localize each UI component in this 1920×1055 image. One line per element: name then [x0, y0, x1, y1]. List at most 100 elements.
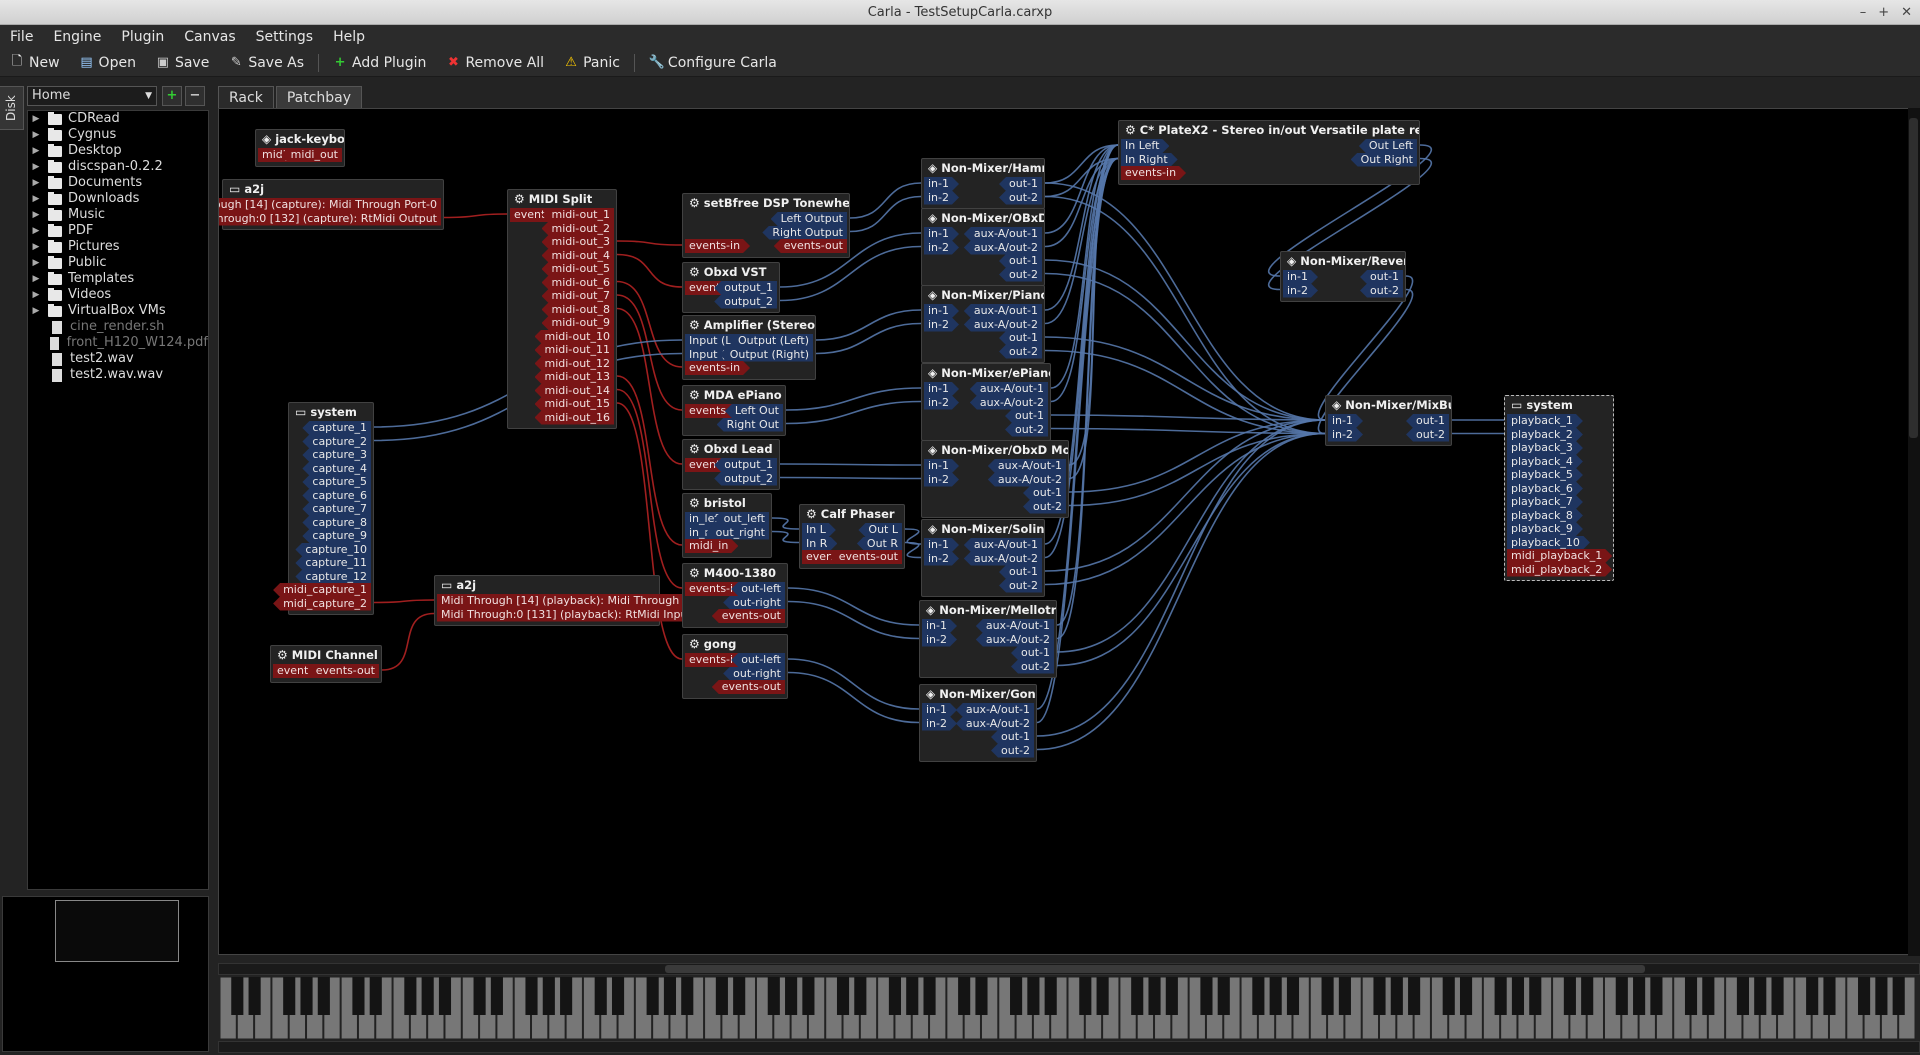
box-title[interactable]: ⚙setBfree DSP Tonewheel Organ — [683, 194, 849, 212]
box-title[interactable]: ⚙MIDI Channel Filter — [271, 646, 381, 664]
piano-black-key[interactable] — [1200, 977, 1213, 1015]
port-out[interactable]: Left Out — [724, 404, 783, 418]
piano-black-key[interactable] — [1217, 977, 1230, 1015]
piano-black-key[interactable] — [1044, 977, 1057, 1015]
port-out[interactable]: midi-out_16 — [534, 410, 614, 425]
piano-black-key[interactable] — [231, 977, 244, 1015]
piano-black-key[interactable] — [1875, 977, 1888, 1015]
port-out[interactable]: output_2 — [714, 294, 777, 309]
port-in[interactable]: events-in — [685, 239, 750, 253]
scroll-thumb[interactable] — [665, 965, 1645, 973]
patchbay-box-nm-gong[interactable]: ◈ Non-Mixer/Gong in-1 aux-A/out-1 in-2 aux-A/… — [919, 684, 1037, 762]
port-out[interactable]: midi-out_15 — [534, 397, 614, 411]
port-in[interactable]: in-2 — [924, 191, 959, 205]
patchbay-box-midi-channel-filter[interactable]: ⚙MIDI Channel Filterevents-inevents-out — [270, 645, 382, 683]
file-item[interactable]: ▶ Downloads — [28, 191, 208, 207]
box-title[interactable]: ▭ a2j — [435, 576, 659, 594]
port-out[interactable]: aux-A/out-1 — [987, 459, 1066, 473]
connection-wire[interactable] — [616, 307, 683, 465]
port-in[interactable]: playback_3 — [1507, 441, 1583, 455]
port-in[interactable]: playback_5 — [1507, 468, 1583, 482]
port-out[interactable]: aux-A/out-2 — [987, 472, 1066, 487]
expand-arrow-icon[interactable]: ▶ — [28, 191, 44, 207]
box-title[interactable]: ◈Non-Mixer/ObxD Mono — [922, 441, 1068, 459]
piano-black-key[interactable] — [733, 977, 746, 1015]
piano-black-key[interactable] — [958, 977, 971, 1015]
close-icon[interactable]: ✕ — [1901, 0, 1912, 25]
piano-black-key[interactable] — [1511, 977, 1525, 1015]
file-item[interactable]: test2.wav — [28, 351, 208, 367]
patchbay-box-nm-mixbus[interactable]: ◈Non-Mixer/MixBusin-1out-1in-2out-2 — [1325, 395, 1452, 446]
expand-arrow-icon[interactable]: ▶ — [28, 271, 44, 287]
port-out[interactable]: out-1 — [991, 730, 1034, 744]
port-out[interactable]: out-1 — [1011, 646, 1054, 660]
port-in[interactable]: playback_2 — [1507, 428, 1583, 442]
piano-black-key[interactable] — [1771, 977, 1784, 1015]
file-item[interactable]: front_H120_W124.pdf — [28, 335, 208, 351]
port-out[interactable]: out-1 — [999, 565, 1042, 579]
connection-wire[interactable] — [849, 195, 922, 233]
patchbay-box-mda-epiano[interactable]: ⚙ MDA ePiano events-in Left Out Right Out — [682, 385, 786, 436]
piano-black-key[interactable] — [888, 977, 901, 1015]
tab-patchbay[interactable]: Patchbay — [275, 86, 363, 108]
port-in[interactable]: playback_9 — [1507, 522, 1583, 536]
port-out[interactable]: out-1 — [1005, 409, 1048, 423]
expand-arrow-icon[interactable]: ▶ — [28, 159, 44, 175]
port-in[interactable]: in-1 — [924, 304, 959, 318]
port-out[interactable]: aux-A/out-2 — [963, 240, 1042, 255]
piano-black-key[interactable] — [283, 977, 296, 1015]
piano-black-key[interactable] — [1442, 977, 1455, 1015]
port-out[interactable]: Left Output — [770, 212, 847, 226]
port-out[interactable]: aux-A/out-2 — [975, 632, 1054, 647]
port-out[interactable]: out-2 — [999, 267, 1042, 282]
box-title[interactable]: ◈Non-Mixer/Hammond — [922, 159, 1044, 177]
piano-black-key[interactable] — [352, 977, 365, 1015]
port-in[interactable]: in-2 — [1283, 284, 1318, 298]
add-plugin-button[interactable]: + Add Plugin — [323, 55, 436, 71]
port-out[interactable]: capture_6 — [302, 488, 371, 503]
expand-arrow-icon[interactable]: ▶ — [28, 143, 44, 159]
port-in[interactable]: playback_6 — [1507, 482, 1583, 496]
port-out[interactable]: Out L — [858, 523, 902, 537]
port-in[interactable]: in-2 — [924, 396, 959, 410]
piano-black-key[interactable] — [1079, 977, 1092, 1015]
port-in[interactable]: Midi Through:0 [131] (playback): RtMidi … — [437, 608, 702, 622]
patchbay-box-setbfree[interactable]: ⚙setBfree DSP Tonewheel OrganLeft Output… — [682, 193, 850, 258]
patchbay-box-nm-hammond[interactable]: ◈Non-Mixer/Hammondin-1out-1in-2out-2 — [921, 158, 1045, 209]
connection-wire[interactable] — [785, 400, 922, 425]
piano-black-key[interactable] — [1823, 977, 1836, 1015]
connection-wire[interactable] — [381, 612, 435, 671]
file-item[interactable]: ▶ CDRead — [28, 111, 208, 127]
piano-black-key[interactable] — [1736, 977, 1749, 1015]
port-in[interactable]: in-1 — [924, 538, 959, 552]
connection-wire[interactable] — [443, 213, 508, 219]
port-out[interactable]: out-2 — [1360, 283, 1403, 298]
menu-help[interactable]: Help — [323, 29, 375, 45]
patchbay-box-system-playback[interactable]: ▭ system playback_1 playback_2 playback_3 pla… — [1504, 395, 1614, 581]
piano-black-key[interactable] — [1459, 977, 1473, 1015]
connection-wire[interactable] — [1044, 432, 1326, 586]
port-out[interactable]: Right Out — [716, 417, 783, 432]
piano-black-key[interactable] — [802, 977, 815, 1015]
connection-wire[interactable] — [849, 182, 922, 219]
box-title[interactable]: ◈Non-Mixer/Mellotron — [920, 601, 1056, 619]
box-title[interactable]: ⚙ Obxd Lead — [683, 440, 779, 458]
piano-black-key[interactable] — [1269, 977, 1282, 1015]
piano-black-key[interactable] — [1684, 977, 1698, 1015]
piano-black-key[interactable] — [1286, 977, 1300, 1015]
port-in[interactable]: midi_playback_1 — [1507, 549, 1612, 563]
port-in[interactable]: playback_4 — [1507, 455, 1583, 469]
port-in[interactable]: playback_10 — [1507, 536, 1590, 550]
piano-black-key[interactable] — [681, 977, 694, 1015]
piano-black-key[interactable] — [1806, 977, 1819, 1015]
piano-black-key[interactable] — [1408, 977, 1421, 1015]
box-title[interactable]: ◈ Non-Mixer/OBxD — [922, 209, 1044, 227]
patchbay-box-amplifier[interactable]: ⚙ Amplifier (Stereo) Input (Left) Output (L… — [682, 315, 816, 380]
maximize-icon[interactable]: + — [1878, 0, 1889, 25]
port-out[interactable]: out-2 — [991, 743, 1034, 758]
open-button[interactable]: ▤ Open — [70, 55, 146, 71]
piano-black-key[interactable] — [1633, 977, 1646, 1015]
connection-wire[interactable] — [779, 476, 922, 480]
patchbay-box-plate-reverb[interactable]: ⚙ C* PlateX2 - Stereo in/out Versatile pl… — [1118, 120, 1420, 185]
file-item[interactable]: ▶ Cygnus — [28, 127, 208, 143]
